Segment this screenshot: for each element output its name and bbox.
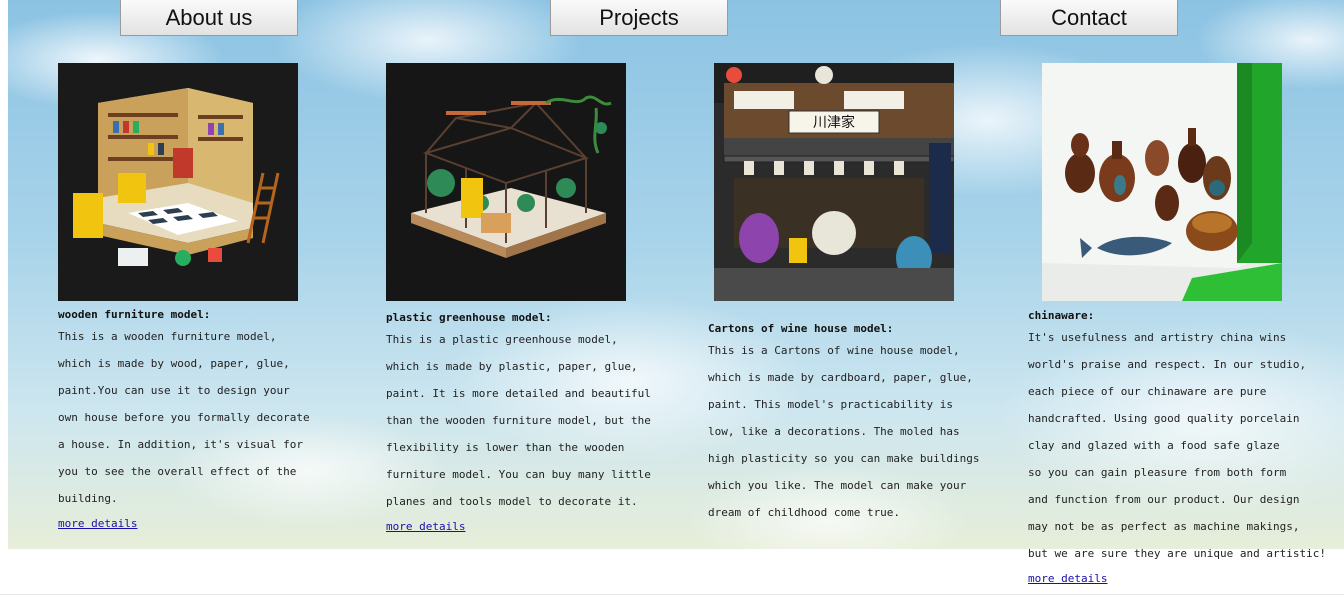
description-line: own house before you formally decorate	[58, 411, 310, 424]
projects-button[interactable]: Projects	[550, 0, 728, 36]
about-us-button[interactable]: About us	[120, 0, 298, 36]
product-card-wooden-furniture: wooden furniture model: This is a wooden…	[58, 63, 328, 531]
card-description: This is a Cartons of wine house model, w…	[708, 337, 1008, 526]
more-details-link[interactable]: more details	[386, 520, 465, 533]
description-line: clay and glazed with a food safe glaze	[1028, 439, 1280, 452]
description-line: so you can gain pleasure from both form	[1028, 466, 1287, 479]
description-line: low, like a decorations. The moled has	[708, 425, 960, 438]
description-line: paint. This model's practicability is	[708, 398, 954, 411]
description-line: This is a wooden furniture model,	[58, 330, 277, 343]
description-line: but we are sure they are unique and arti…	[1028, 547, 1327, 560]
description-line: planes and tools model to decorate it.	[386, 495, 638, 508]
description-line: world's praise and respect. In our studi…	[1028, 358, 1307, 371]
wine-house-sign-text: 川津家	[813, 114, 855, 131]
product-card-wine-house: 川津家 Cartons of wine house model: This is…	[708, 63, 1008, 526]
description-line: a house. In addition, it's visual for	[58, 438, 304, 451]
description-line: which is made by plastic, paper, glue,	[386, 360, 638, 373]
description-line: which is made by wood, paper, glue,	[58, 357, 290, 370]
product-card-greenhouse: plastic greenhouse model: This is a plas…	[386, 63, 676, 534]
chinaware-vases-photo	[1042, 63, 1282, 301]
description-line: This is a plastic greenhouse model,	[386, 333, 618, 346]
description-line: furniture model. You can buy many little	[386, 468, 651, 481]
description-line: It's usefulness and artistry china wins	[1028, 331, 1287, 344]
greenhouse-model-photo	[386, 63, 626, 301]
description-line: building.	[58, 492, 118, 505]
contact-button[interactable]: Contact	[1000, 0, 1178, 36]
description-line: which is made by cardboard, paper, glue,	[708, 371, 973, 384]
description-line: which you like. The model can make your	[708, 479, 967, 492]
description-line: flexibility is lower than the wooden	[386, 441, 625, 454]
more-details-link[interactable]: more details	[58, 517, 137, 530]
description-line: and function from our product. Our desig…	[1028, 493, 1300, 506]
page-divider	[0, 594, 1344, 595]
dollhouse-room-photo	[58, 63, 298, 301]
description-line: paint.You can use it to design your	[58, 384, 290, 397]
product-card-chinaware: chinaware: It's usefulness and artistry …	[1028, 63, 1344, 586]
wine-house-model-photo: 川津家	[714, 63, 954, 301]
description-line: handcrafted. Using good quality porcelai…	[1028, 412, 1300, 425]
description-line: may not be as perfect as machine makings…	[1028, 520, 1300, 533]
more-details-link[interactable]: more details	[1028, 572, 1107, 585]
card-description: This is a wooden furniture model, which …	[58, 323, 328, 512]
card-description: This is a plastic greenhouse model, whic…	[386, 326, 676, 515]
card-caption: wooden furniture model:	[58, 308, 211, 321]
description-line: This is a Cartons of wine house model,	[708, 344, 960, 357]
description-line: you to see the overall effect of the	[58, 465, 297, 478]
card-description: It's usefulness and artistry china wins …	[1028, 324, 1344, 567]
description-line: paint. It is more detailed and beautiful	[386, 387, 651, 400]
card-caption: chinaware:	[1028, 309, 1095, 322]
description-line: each piece of our chinaware are pure	[1028, 385, 1267, 398]
description-line: high plasticity so you can make building…	[708, 452, 980, 465]
card-caption: Cartons of wine house model:	[708, 322, 894, 335]
description-line: than the wooden furniture model, but the	[386, 414, 651, 427]
description-line: dream of childhood come true.	[708, 506, 901, 519]
card-caption: plastic greenhouse model:	[386, 311, 552, 324]
